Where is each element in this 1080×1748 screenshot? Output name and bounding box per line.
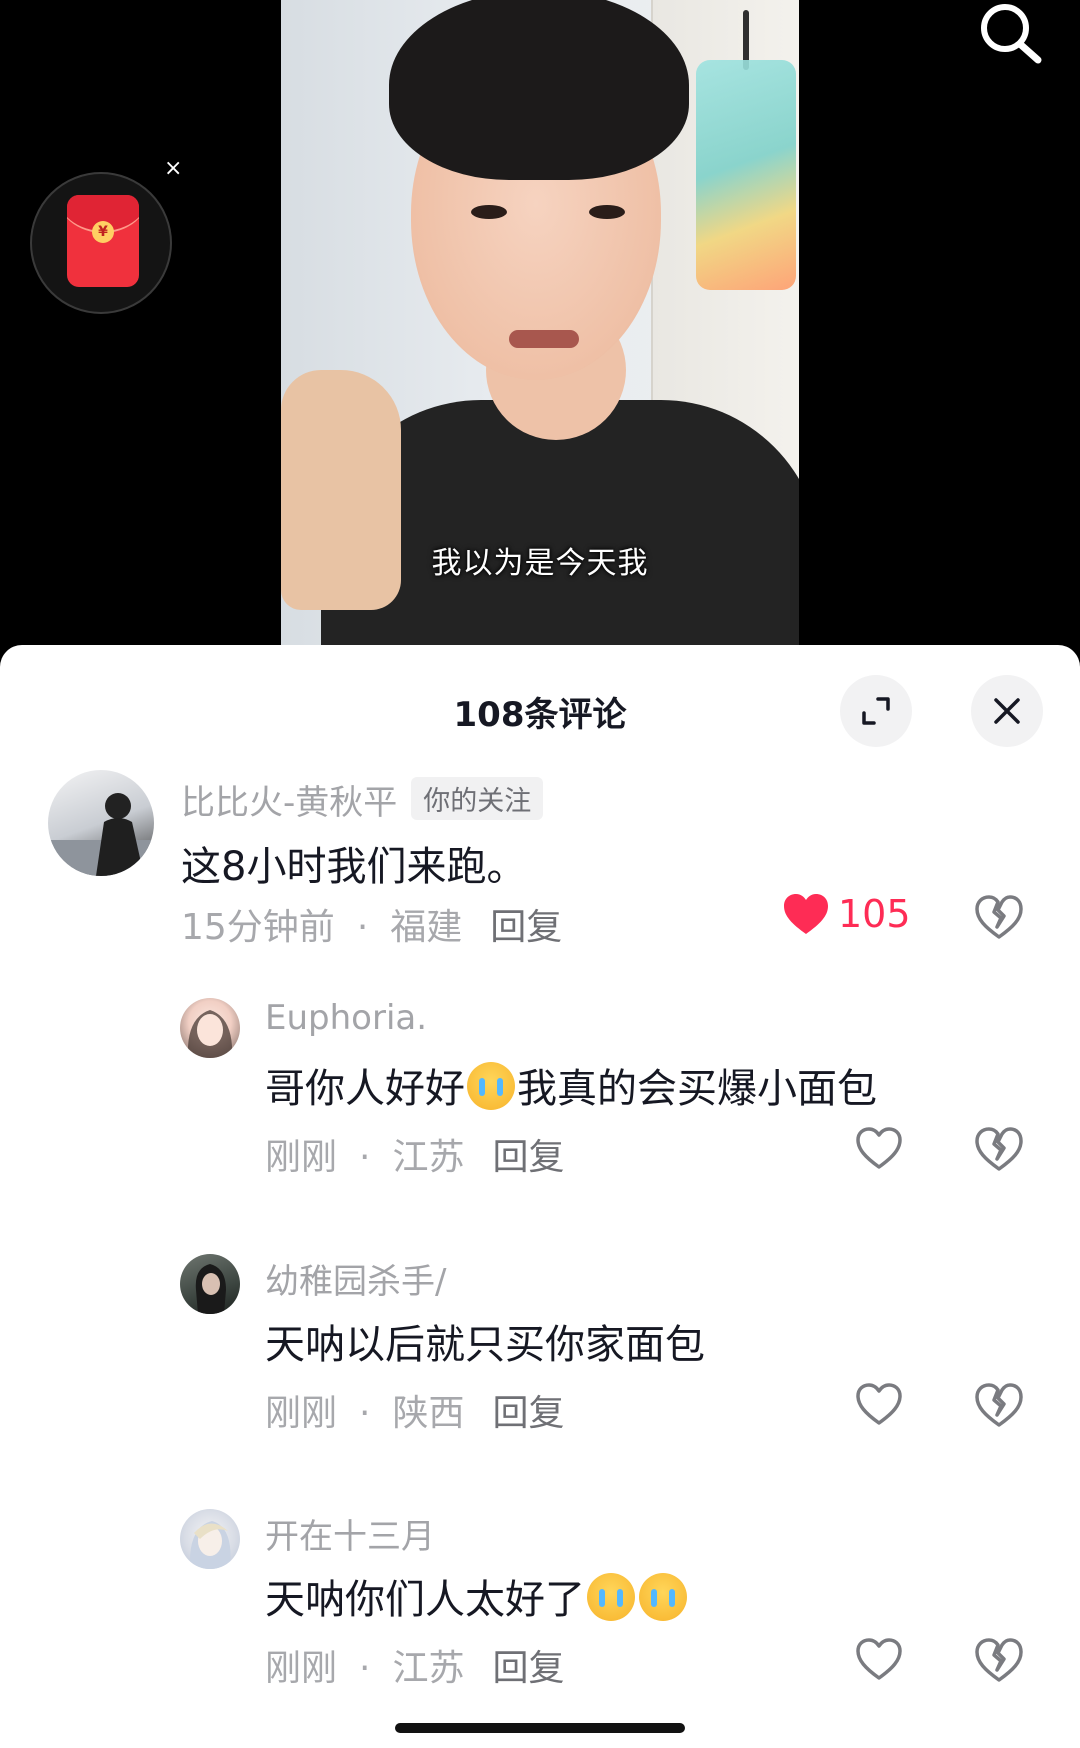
comments-panel: 108条评论 比比火-黄秋平 你的关注 这8小时我们来跑。 15分钟前 · 福建 回复 <box>0 645 1080 1748</box>
expand-icon <box>862 697 890 725</box>
comment-time: 刚刚 <box>265 1137 338 1178</box>
red-packet-icon: ¥ <box>67 195 139 287</box>
avatar[interactable] <box>180 998 240 1058</box>
person-hair <box>389 0 689 180</box>
meta-separator: · <box>359 1393 371 1434</box>
avatar[interactable] <box>48 770 154 876</box>
search-button[interactable] <box>975 0 1047 70</box>
expand-button[interactable] <box>840 675 912 747</box>
comment-item: 比比火-黄秋平 你的关注 这8小时我们来跑。 15分钟前 · 福建 回复 105 <box>0 770 1080 955</box>
comment-time: 刚刚 <box>265 1393 338 1434</box>
broken-heart-icon <box>975 1383 1023 1427</box>
red-packet-close-icon[interactable]: × <box>164 158 182 180</box>
comment-location: 陕西 <box>392 1393 465 1434</box>
meta-separator: · <box>359 1648 371 1689</box>
comment-meta: 刚刚 · 江苏 回复 <box>265 1639 565 1691</box>
comment-text: 这8小时我们来跑。 <box>181 844 527 890</box>
comments-count-title: 108条评论 <box>453 695 627 735</box>
crying-emoji-icon <box>467 1062 515 1110</box>
dislike-button[interactable] <box>974 1382 1024 1432</box>
broken-heart-icon <box>975 895 1023 939</box>
home-indicator <box>395 1723 685 1733</box>
person-eye-right <box>589 205 625 219</box>
like-count: 105 <box>838 892 911 936</box>
crying-emoji-icon <box>587 1573 635 1621</box>
comment-text-part: 我真的会买爆小面包 <box>517 1066 877 1112</box>
following-badge: 你的关注 <box>411 777 544 820</box>
reply-button[interactable]: 回复 <box>492 1393 564 1434</box>
broken-heart-icon <box>975 1127 1023 1171</box>
reply-button[interactable]: 回复 <box>492 1648 564 1689</box>
avatar[interactable] <box>180 1509 240 1569</box>
red-packet-widget[interactable]: ¥ <box>30 172 172 314</box>
comment-text-part: 哥你人好好 <box>265 1066 465 1112</box>
comment-meta: 刚刚 · 陕西 回复 <box>265 1384 565 1436</box>
person-eye-left <box>471 205 507 219</box>
search-icon <box>981 4 1042 64</box>
close-icon <box>994 698 1020 724</box>
heart-outline-icon <box>856 1127 902 1169</box>
meta-separator: · <box>356 907 369 948</box>
avatar-figure <box>48 793 154 876</box>
comment-location: 江苏 <box>392 1137 465 1178</box>
like-button[interactable] <box>855 1637 903 1681</box>
dislike-button[interactable] <box>974 1637 1024 1687</box>
heart-outline-icon <box>856 1638 902 1680</box>
video-subtitle: 我以为是今天我 <box>431 546 649 581</box>
comment-text: 哥你人好好 我真的会买爆小面包 <box>265 1056 877 1114</box>
avatar-figure <box>187 1010 233 1058</box>
close-panel-button[interactable] <box>971 675 1043 747</box>
reply-button[interactable]: 回复 <box>490 907 562 948</box>
like-button[interactable] <box>855 1126 903 1170</box>
dislike-button[interactable] <box>974 1126 1024 1176</box>
crying-emoji-icon <box>639 1573 687 1621</box>
background-towel <box>696 60 796 290</box>
comment-time: 15分钟前 <box>181 907 335 948</box>
username-text[interactable]: 比比火-黄秋平 <box>181 783 397 823</box>
like-button[interactable]: 105 <box>782 892 911 936</box>
heart-filled-icon <box>784 894 828 934</box>
avatar-figure <box>189 1521 231 1569</box>
reply-button[interactable]: 回复 <box>492 1137 564 1178</box>
avatar[interactable] <box>180 1254 240 1314</box>
comment-meta: 15分钟前 · 福建 回复 <box>181 898 562 950</box>
comment-username[interactable]: 比比火-黄秋平 你的关注 <box>181 775 544 824</box>
comment-location: 江苏 <box>392 1648 465 1689</box>
comment-text: 天呐以后就只买你家面包 <box>265 1322 705 1368</box>
comment-text-part: 天呐你们人太好了 <box>265 1577 585 1623</box>
like-button[interactable] <box>855 1382 903 1426</box>
comment-location: 福建 <box>390 907 463 948</box>
broken-heart-icon <box>975 1638 1023 1682</box>
comment-meta: 刚刚 · 江苏 回复 <box>265 1128 565 1180</box>
comment-username[interactable]: 幼稚园杀手/ <box>265 1254 446 1303</box>
dislike-button[interactable] <box>974 894 1024 944</box>
meta-separator: · <box>359 1137 371 1178</box>
reply-item: Euphoria. 哥你人好好 我真的会买爆小面包 刚刚 · 江苏 回复 <box>0 998 1080 1188</box>
person-mouth <box>509 330 579 348</box>
comment-text: 天呐你们人太好了 <box>265 1567 689 1625</box>
comment-username[interactable]: Euphoria. <box>265 998 427 1038</box>
comment-username[interactable]: 开在十三月 <box>265 1509 435 1558</box>
avatar-figure <box>195 1264 226 1314</box>
red-packet-coin: ¥ <box>92 221 114 243</box>
reply-item: 开在十三月 天呐你们人太好了 刚刚 · 江苏 回复 <box>0 1509 1080 1699</box>
video-player[interactable]: 我以为是今天我 ¥ × <box>0 0 1080 650</box>
reply-item: 幼稚园杀手/ 天呐以后就只买你家面包 刚刚 · 陕西 回复 <box>0 1254 1080 1444</box>
heart-outline-icon <box>856 1383 902 1425</box>
comment-time: 刚刚 <box>265 1648 338 1689</box>
